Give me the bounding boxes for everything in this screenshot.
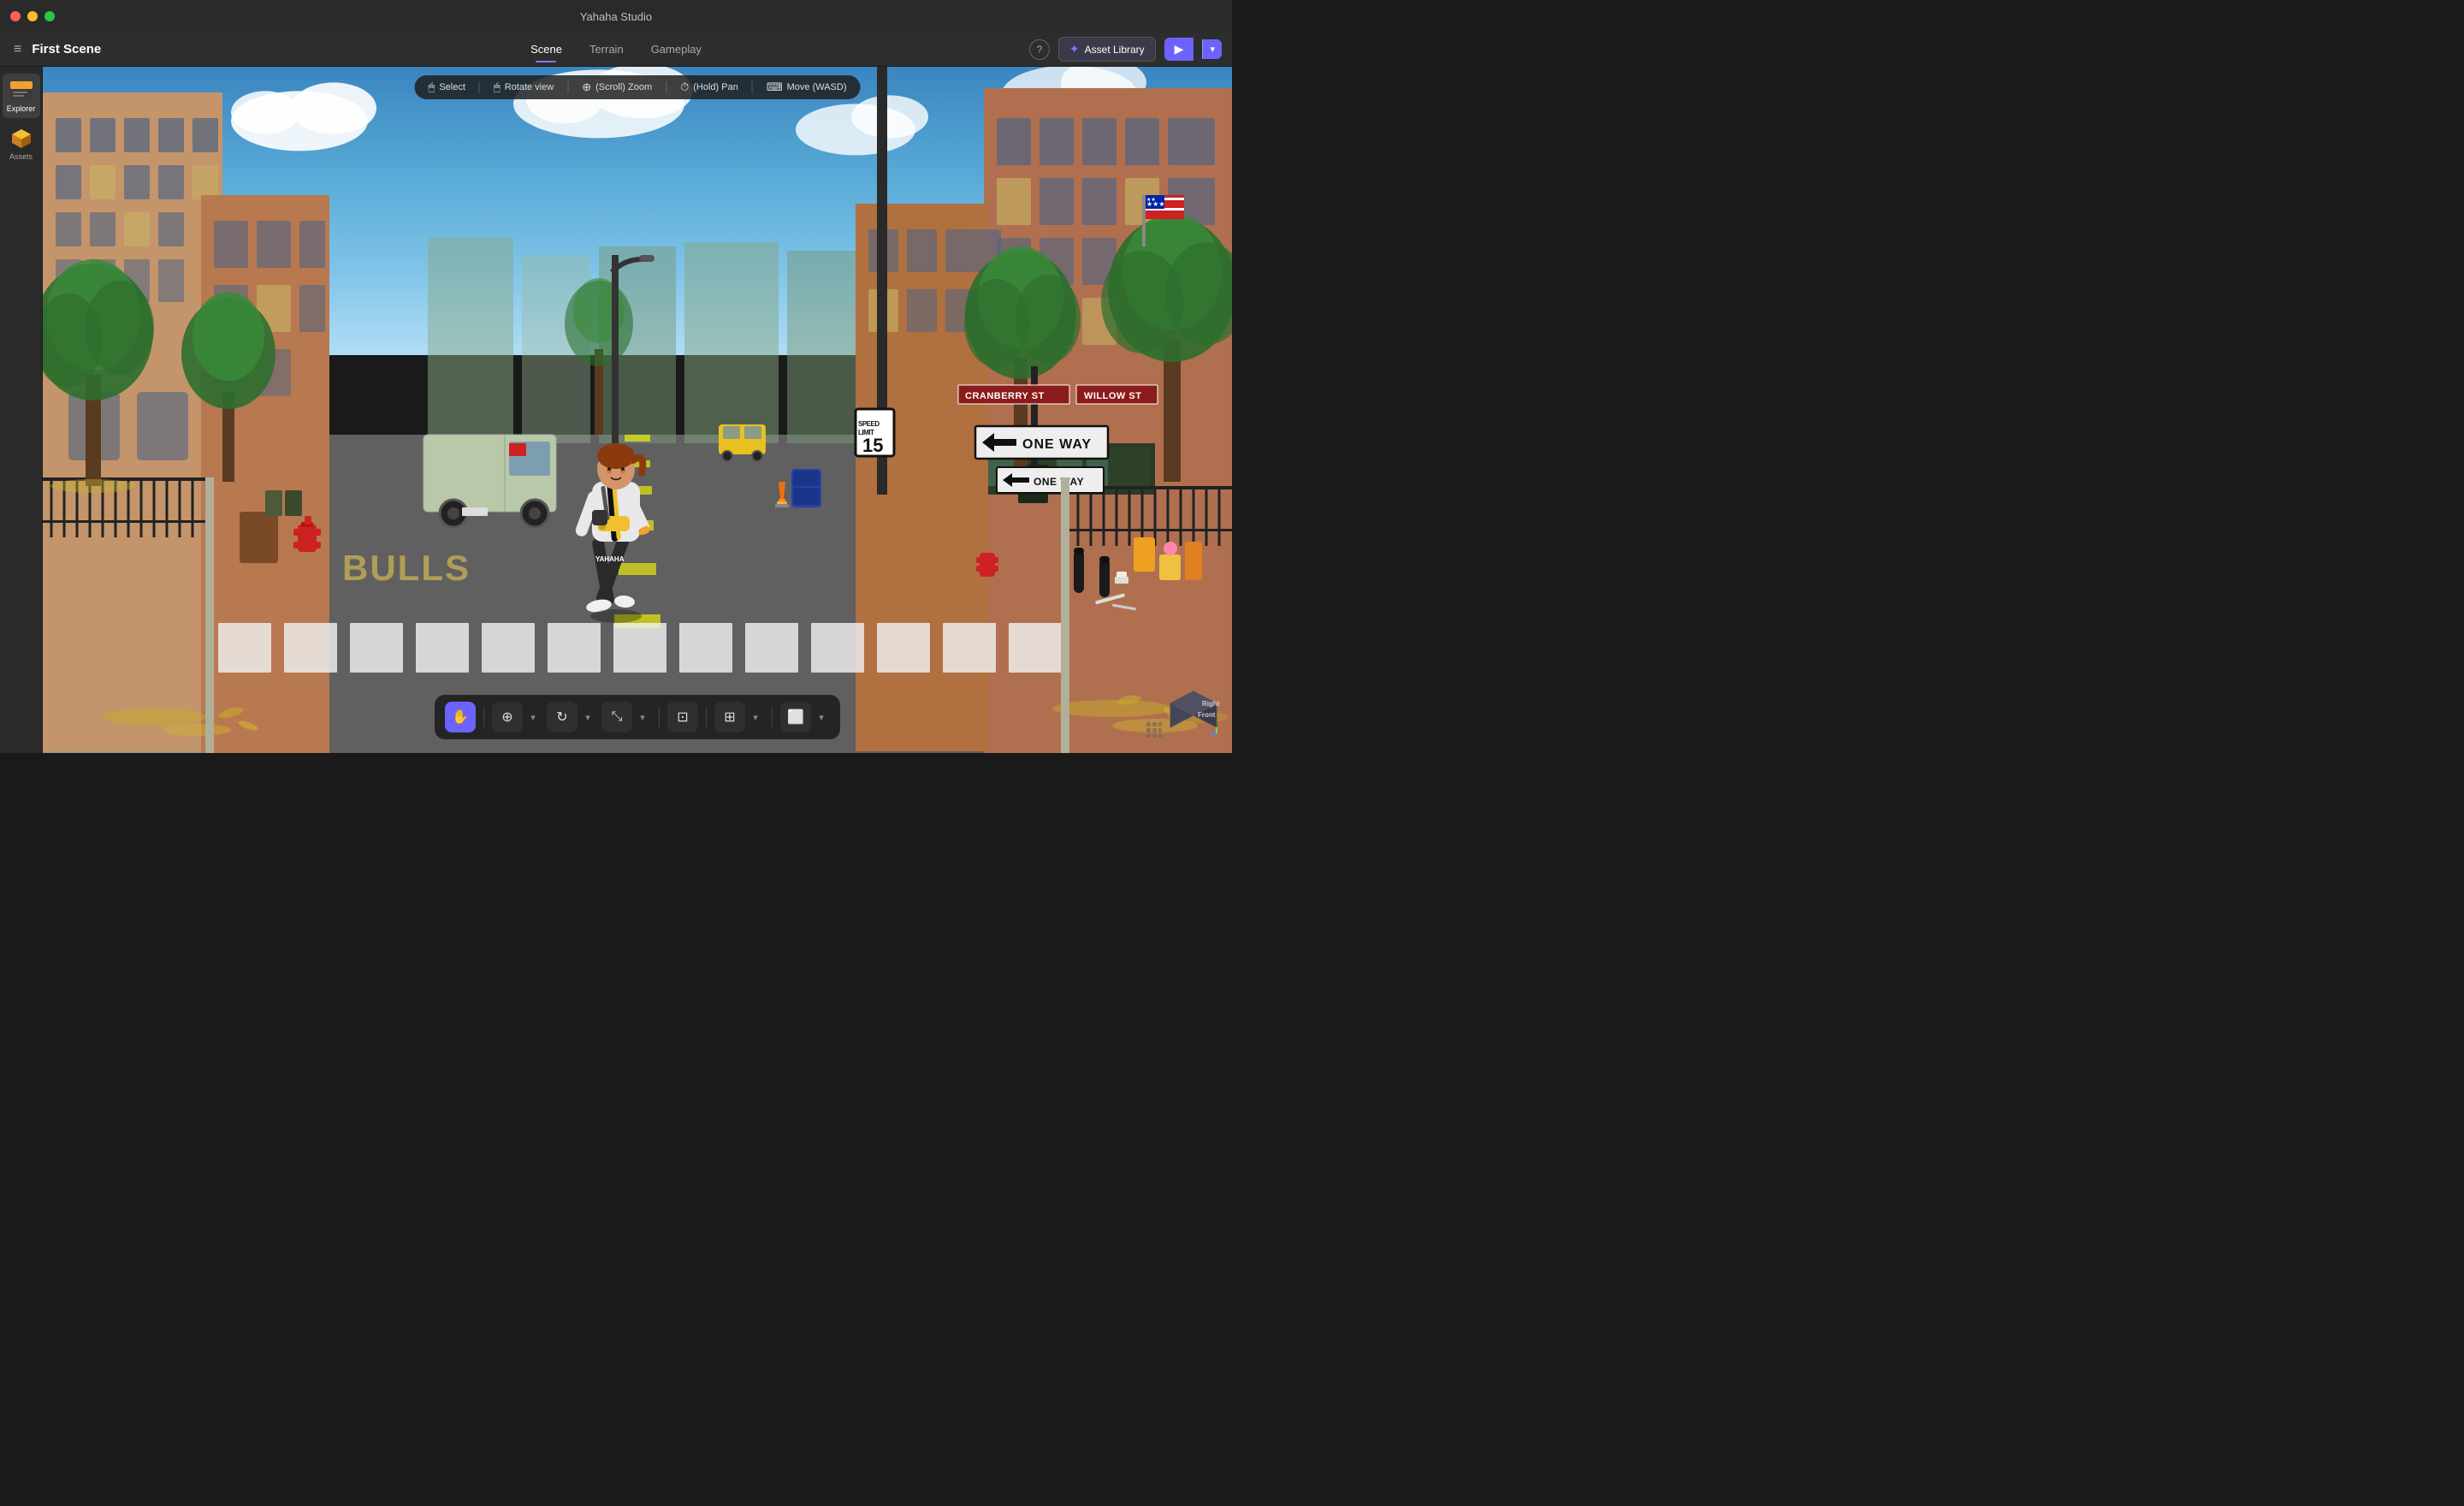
vp-tool-pan[interactable]: ⏱ (Hold) Pan (680, 80, 738, 94)
tab-scene[interactable]: Scene (517, 36, 576, 62)
grid-button[interactable]: ⊞ (714, 702, 745, 732)
translate-button[interactable]: ⊕ (492, 702, 523, 732)
bottom-toolbar: ✋ ⊕ ▾ ↻ ▾ ⤡ ▾ ⊡ (435, 695, 840, 739)
keyboard-icon: ⌨ (767, 80, 783, 94)
select-label: Select (439, 82, 465, 92)
play-button[interactable]: ▶ (1164, 38, 1194, 61)
asset-library-button[interactable]: ✦ Asset Library (1058, 37, 1156, 62)
svg-text:SPEED: SPEED (858, 420, 880, 428)
scene-title: First Scene (32, 42, 101, 56)
tab-terrain[interactable]: Terrain (576, 36, 637, 62)
rotate-button[interactable]: ↻ (547, 702, 578, 732)
minimize-button[interactable] (27, 11, 38, 21)
viewport-toolbar: 🖱 Select 🖱 Rotate view ⊕ (Scroll) Zoom ⏱… (415, 75, 861, 99)
vp-tool-select[interactable]: 🖱 Select (429, 80, 465, 94)
assets-label: Assets (9, 152, 33, 161)
assets-icon (9, 127, 33, 151)
star-icon: ✦ (1069, 42, 1080, 56)
maximize-button[interactable] (44, 11, 55, 21)
window-controls (10, 11, 55, 21)
rotate-chevron[interactable]: ▾ (579, 702, 596, 732)
zoom-icon: ⊕ (582, 80, 591, 94)
tab-gameplay[interactable]: Gameplay (637, 36, 715, 62)
asset-library-label: Asset Library (1085, 44, 1145, 56)
grid-chevron[interactable]: ▾ (747, 702, 764, 732)
nav-tabs: Scene Terrain Gameplay (517, 36, 715, 62)
hamburger-button[interactable]: ≡ (10, 39, 25, 61)
svg-text:Right: Right (1202, 700, 1220, 708)
toolbar-divider-1 (479, 81, 480, 93)
sidebar-item-explorer[interactable]: Explorer (3, 74, 40, 118)
svg-text:YAHAHA: YAHAHA (595, 555, 625, 563)
scale-chevron[interactable]: ▾ (634, 702, 651, 732)
rotate-label: Rotate view (505, 82, 554, 92)
sidebar-item-assets[interactable]: Assets (3, 122, 40, 166)
scale-group: ⤡ ▾ (601, 702, 651, 732)
svg-text:★★: ★★ (1146, 197, 1156, 203)
urban-scene: ONE WAY ONE WAY CRANBERRY ST WILLOW ST S… (43, 67, 1232, 753)
svg-text:WILLOW ST: WILLOW ST (1084, 391, 1141, 401)
grid-group: ⊞ ▾ (714, 702, 764, 732)
svg-text:BULLS: BULLS (342, 548, 471, 588)
main-layout: Explorer Assets (0, 67, 1232, 753)
cursor-icon: 🖱 (429, 80, 435, 94)
bt-sep-2 (659, 707, 660, 727)
svg-text:ONE WAY: ONE WAY (1034, 476, 1084, 488)
view-cube[interactable]: Front Right (1164, 685, 1215, 736)
app-title: Yahaha Studio (580, 10, 652, 23)
camera-button[interactable]: ⬜ (780, 702, 811, 732)
svg-text:15: 15 (862, 435, 883, 456)
rotate-group: ↻ ▾ (547, 702, 596, 732)
zoom-label: (Scroll) Zoom (595, 82, 652, 92)
pan-icon: ⏱ (680, 80, 689, 94)
bt-sep-1 (483, 707, 484, 727)
svg-text:CRANBERRY ST: CRANBERRY ST (965, 391, 1045, 401)
grab-group: ✋ (445, 702, 476, 732)
toolbar-right: ? ✦ Asset Library ▶ ▾ (1029, 37, 1222, 62)
close-button[interactable] (10, 11, 21, 21)
help-button[interactable]: ? (1029, 39, 1050, 60)
toolbar-divider-4 (752, 81, 753, 93)
bt-sep-4 (772, 707, 773, 727)
bt-sep-3 (706, 707, 707, 727)
translate-chevron[interactable]: ▾ (524, 702, 542, 732)
snap-button[interactable]: ⊡ (667, 702, 698, 732)
viewport[interactable]: ONE WAY ONE WAY CRANBERRY ST WILLOW ST S… (43, 67, 1232, 753)
camera-group: ⬜ ▾ (780, 702, 830, 732)
vp-tool-move[interactable]: ⌨ Move (WASD) (767, 80, 847, 94)
vp-tool-rotate[interactable]: 🖱 Rotate view (494, 80, 554, 94)
toolbar-divider-2 (567, 81, 568, 93)
camera-chevron[interactable]: ▾ (813, 702, 830, 732)
grab-button[interactable]: ✋ (445, 702, 476, 732)
snap-group: ⊡ (667, 702, 698, 732)
move-label: Move (WASD) (787, 82, 847, 92)
explorer-icon (9, 79, 33, 103)
svg-text:Front: Front (1198, 711, 1216, 719)
title-bar: Yahaha Studio (0, 0, 1232, 33)
resize-handle[interactable] (1145, 720, 1164, 739)
translate-group: ⊕ ▾ (492, 702, 542, 732)
left-sidebar: Explorer Assets (0, 67, 43, 753)
explorer-label: Explorer (7, 104, 36, 113)
vp-tool-zoom[interactable]: ⊕ (Scroll) Zoom (582, 80, 652, 94)
rotate-icon: 🖱 (494, 80, 500, 94)
scale-button[interactable]: ⤡ (601, 702, 632, 732)
pan-label: (Hold) Pan (693, 82, 738, 92)
svg-text:ONE WAY: ONE WAY (1022, 437, 1092, 452)
play-dropdown-button[interactable]: ▾ (1202, 39, 1222, 59)
main-toolbar: ≡ First Scene Scene Terrain Gameplay ? ✦… (0, 33, 1232, 67)
